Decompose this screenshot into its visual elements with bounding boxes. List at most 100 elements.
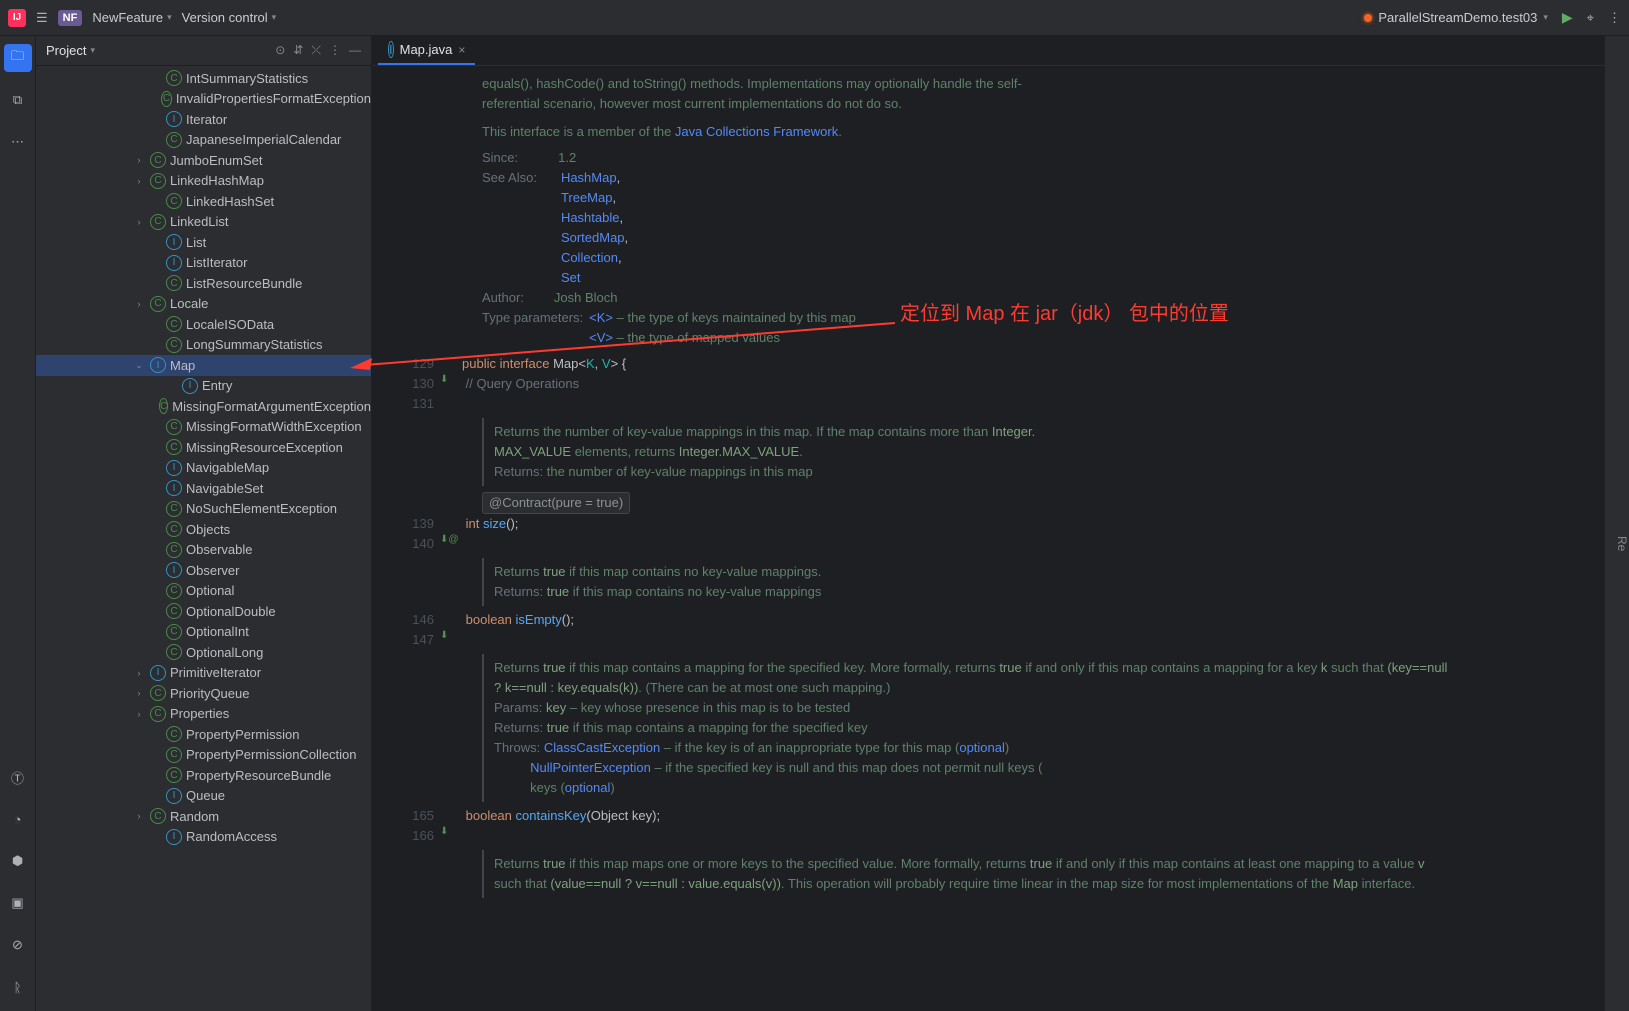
tree-node-intsummarystatistics[interactable]: CIntSummaryStatistics (36, 68, 371, 89)
tree-node-map[interactable]: ⌄IMap (36, 355, 371, 376)
doc-value: 1.2 (558, 148, 576, 168)
interface-icon: I (166, 460, 182, 476)
doc-link: <K> (589, 310, 613, 325)
doc-block: Returns true if this map maps one or mor… (482, 850, 1462, 898)
project-title: Project (46, 43, 86, 58)
tree-node-observable[interactable]: CObservable (36, 540, 371, 561)
tree-node-optionaldouble[interactable]: COptionalDouble (36, 601, 371, 622)
class-icon: C (166, 644, 182, 660)
vcs-dropdown[interactable]: Version control▾ (182, 10, 277, 25)
editor-area: I Map.java × equals(), hashCode() and to… (372, 36, 1605, 1011)
branch-dropdown[interactable]: NewFeature▾ (92, 10, 171, 25)
problems-tool-button[interactable]: ⊘ (4, 931, 32, 959)
vcs-tool-button[interactable]: ᚱ (4, 973, 32, 1001)
tree-node-localeisodata[interactable]: CLocaleISOData (36, 314, 371, 335)
tree-node-entry[interactable]: IEntry (36, 376, 371, 397)
tree-node-iterator[interactable]: IIterator (36, 109, 371, 130)
doc-label: Author: (482, 288, 524, 308)
expand-all-icon[interactable]: ⇵ (293, 43, 303, 58)
project-tree[interactable]: CIntSummaryStatisticsCInvalidPropertiesF… (36, 66, 371, 1011)
hide-panel-icon[interactable]: — (349, 43, 361, 58)
terminal-tool-button[interactable]: ▣ (4, 889, 32, 917)
tree-node-randomaccess[interactable]: IRandomAccess (36, 827, 371, 848)
line-number: 166 (372, 826, 462, 846)
doc-link[interactable]: Java Collections Framework (675, 124, 838, 139)
tree-node-listiterator[interactable]: IListIterator (36, 253, 371, 274)
right-tool-strip: Re (1605, 36, 1629, 1011)
tree-node-missingformatwidthexception[interactable]: CMissingFormatWidthException (36, 417, 371, 438)
tree-node-optional[interactable]: COptional (36, 581, 371, 602)
project-header: Project ▾ ⊙ ⇵ ⤫ ⋮ — (36, 36, 371, 66)
gutter-icon[interactable]: ⬇@ (440, 530, 459, 550)
gutter-icon[interactable]: ⬇ (440, 626, 448, 646)
tree-node-japaneseimperialcalendar[interactable]: CJapaneseImperialCalendar (36, 130, 371, 151)
tree-node-nosuchelementexception[interactable]: CNoSuchElementException (36, 499, 371, 520)
tree-node-list[interactable]: IList (36, 232, 371, 253)
code-editor[interactable]: equals(), hashCode() and toString() meth… (372, 66, 1605, 1011)
line-number: 130 (372, 374, 462, 394)
build-tool-button[interactable]: Ⓣ (4, 763, 32, 791)
doc-block: Returns the number of key-value mappings… (482, 418, 1462, 486)
interface-icon: I (166, 829, 182, 845)
class-icon: C (166, 337, 182, 353)
run-config-dropdown[interactable]: ParallelStreamDemo.test03▾ (1364, 10, 1548, 25)
tree-node-priorityqueue[interactable]: ›CPriorityQueue (36, 683, 371, 704)
tree-node-queue[interactable]: IQueue (36, 786, 371, 807)
tree-node-propertypermission[interactable]: CPropertyPermission (36, 724, 371, 745)
see-also-list: HashMap,TreeMap,Hashtable,SortedMap,Coll… (561, 168, 628, 288)
debug-button[interactable]: ⌖ (1587, 10, 1594, 26)
more-tool-button[interactable]: ⋯ (4, 128, 32, 156)
tree-node-optionallong[interactable]: COptionalLong (36, 642, 371, 663)
tree-node-observer[interactable]: IObserver (36, 560, 371, 581)
class-icon: C (166, 624, 182, 640)
tree-node-navigablemap[interactable]: INavigableMap (36, 458, 371, 479)
tree-node-linkedhashmap[interactable]: ›CLinkedHashMap (36, 171, 371, 192)
tree-node-propertyresourcebundle[interactable]: CPropertyResourceBundle (36, 765, 371, 786)
tree-node-primitiveiterator[interactable]: ›IPrimitiveIterator (36, 663, 371, 684)
doc-text: – the type of keys maintained by this ma… (613, 310, 856, 325)
services-tool-button[interactable]: ⬢ (4, 847, 32, 875)
ij-logo: IJ (8, 9, 26, 27)
project-tool-button[interactable]: 🗀 (4, 44, 32, 72)
tree-node-locale[interactable]: ›CLocale (36, 294, 371, 315)
tree-node-optionalint[interactable]: COptionalInt (36, 622, 371, 643)
collapse-all-icon[interactable]: ⤫ (311, 43, 321, 58)
tree-node-missingformatargumentexception[interactable]: CMissingFormatArgumentException (36, 396, 371, 417)
tree-node-linkedhashset[interactable]: CLinkedHashSet (36, 191, 371, 212)
tree-node-linkedlist[interactable]: ›CLinkedList (36, 212, 371, 233)
line-number: 165 (372, 806, 462, 826)
profiler-tool-button[interactable]: ◔ (4, 805, 32, 833)
gutter-icon[interactable]: ⬇ (440, 822, 448, 842)
tree-node-jumboenumset[interactable]: ›CJumboEnumSet (36, 150, 371, 171)
structure-tool-button[interactable]: ⧉ (4, 86, 32, 114)
more-actions-icon[interactable]: ⋮ (1608, 10, 1621, 26)
panel-options-icon[interactable]: ⋮ (329, 43, 341, 58)
tree-node-properties[interactable]: ›CProperties (36, 704, 371, 725)
tree-node-missingresourceexception[interactable]: CMissingResourceException (36, 437, 371, 458)
interface-icon: I (150, 357, 166, 373)
tree-node-random[interactable]: ›CRandom (36, 806, 371, 827)
class-icon: C (150, 706, 166, 722)
run-button[interactable]: ▶ (1562, 9, 1573, 26)
contract-annotation: @Contract(pure = true) (482, 492, 630, 514)
tree-node-listresourcebundle[interactable]: CListResourceBundle (36, 273, 371, 294)
gutter-icon[interactable]: ⬇ (440, 370, 448, 390)
main-menu-icon[interactable]: ☰ (36, 10, 48, 26)
tree-node-navigableset[interactable]: INavigableSet (36, 478, 371, 499)
tree-node-propertypermissioncollection[interactable]: CPropertyPermissionCollection (36, 745, 371, 766)
tree-node-invalidpropertiesformatexception[interactable]: CInvalidPropertiesFormatException (36, 89, 371, 110)
class-icon: C (166, 542, 182, 558)
tree-node-longsummarystatistics[interactable]: CLongSummaryStatistics (36, 335, 371, 356)
doc-label: Type parameters: (482, 308, 583, 348)
class-icon: C (166, 419, 182, 435)
interface-icon: I (150, 665, 166, 681)
tree-node-objects[interactable]: CObjects (36, 519, 371, 540)
class-icon: C (150, 173, 166, 189)
editor-tabs: I Map.java × (372, 36, 1605, 66)
tab-map-java[interactable]: I Map.java × (378, 36, 475, 65)
chevron-down-icon[interactable]: ▾ (90, 45, 95, 56)
select-opened-file-icon[interactable]: ⊙ (275, 43, 285, 58)
doc-label: Since: (482, 148, 518, 168)
close-tab-icon[interactable]: × (458, 43, 465, 57)
class-icon: C (150, 214, 166, 230)
